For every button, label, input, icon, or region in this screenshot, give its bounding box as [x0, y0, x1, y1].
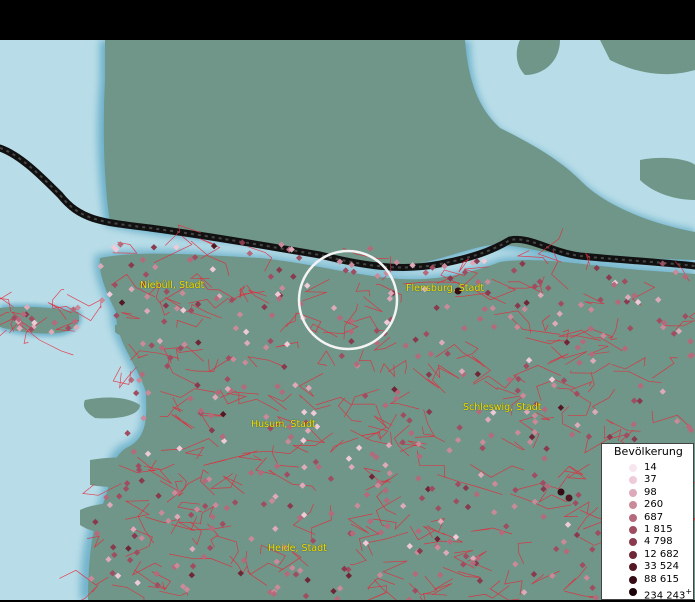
legend-value-number: 4 798	[644, 536, 673, 548]
legend-value-number: 33 524	[644, 561, 679, 573]
legend-item: 1 815	[602, 524, 695, 536]
city-label-husum: Husum, Stadt	[251, 419, 316, 430]
legend-value: 37	[644, 474, 657, 486]
legend-item: 88 615	[602, 574, 695, 586]
legend-item: 33 524	[602, 561, 695, 573]
legend-dot-icon	[629, 563, 637, 572]
legend-dot-icon	[629, 513, 637, 522]
legend-dot-icon	[629, 588, 637, 596]
legend-value: 14	[644, 462, 657, 474]
city-label-niebuell: Niebüll, Stadt	[140, 280, 205, 291]
legend-dot-icon	[629, 538, 637, 547]
legend-item: 37	[602, 474, 695, 486]
legend-item: 12 682	[602, 549, 695, 561]
legend-dot-icon	[629, 476, 637, 485]
legend-value: 4 798	[644, 536, 673, 548]
legend-item: 260	[602, 499, 695, 511]
legend-dot-icon	[629, 501, 637, 510]
legend-value: 98	[644, 487, 657, 499]
legend-dot-icon	[629, 488, 637, 497]
legend-value-number: 12 682	[644, 548, 679, 560]
city-dot	[557, 488, 565, 496]
map-view[interactable]: Niebüll, Stadt Flensburg, Stadt Schleswi…	[0, 40, 695, 600]
legend-value-number: 260	[644, 499, 664, 511]
legend-dot-icon	[629, 464, 637, 472]
legend-value-number: 37	[644, 474, 657, 486]
legend-value-number: 98	[644, 486, 657, 498]
legend-value: 1 815	[644, 524, 673, 536]
legend-value: 687	[644, 512, 663, 524]
legend-value-number: 1 815	[644, 524, 673, 535]
legend-title: Bevölkerung	[614, 445, 683, 458]
legend-value: 33 524	[644, 561, 679, 573]
legend-item: 687	[602, 512, 695, 524]
city-label-heide: Heide, Stadt	[268, 543, 327, 554]
city-dot	[565, 494, 573, 502]
legend-value-suffix: +	[685, 587, 693, 596]
top-bar	[0, 0, 695, 40]
legend-item: 4 798	[602, 536, 695, 548]
legend-value: 12 682	[644, 549, 679, 561]
legend-value: 260	[644, 499, 663, 511]
map-app: Niebüll, Stadt Flensburg, Stadt Schleswi…	[0, 0, 695, 601]
legend-value-number: 687	[644, 511, 664, 523]
legend-dot-icon	[629, 550, 637, 559]
city-label-flensburg: Flensburg, Stadt	[406, 283, 485, 294]
legend-value-number: 14	[644, 462, 657, 473]
legend-dot-icon	[629, 526, 637, 534]
legend-value-number: 88 615	[644, 573, 679, 585]
map-canvas[interactable]	[0, 40, 695, 600]
legend-item: 14	[602, 462, 695, 474]
legend-item: 234 243+	[602, 586, 695, 601]
legend-value: 88 615	[644, 574, 679, 586]
legend-dot-icon	[629, 575, 637, 584]
legend-item: 98	[602, 487, 695, 499]
city-label-schleswig: Schleswig, Stadt	[463, 402, 542, 413]
legend: Bevölkerung 14 37 98 260 687 1 815 4 798 12 682…	[601, 443, 695, 601]
